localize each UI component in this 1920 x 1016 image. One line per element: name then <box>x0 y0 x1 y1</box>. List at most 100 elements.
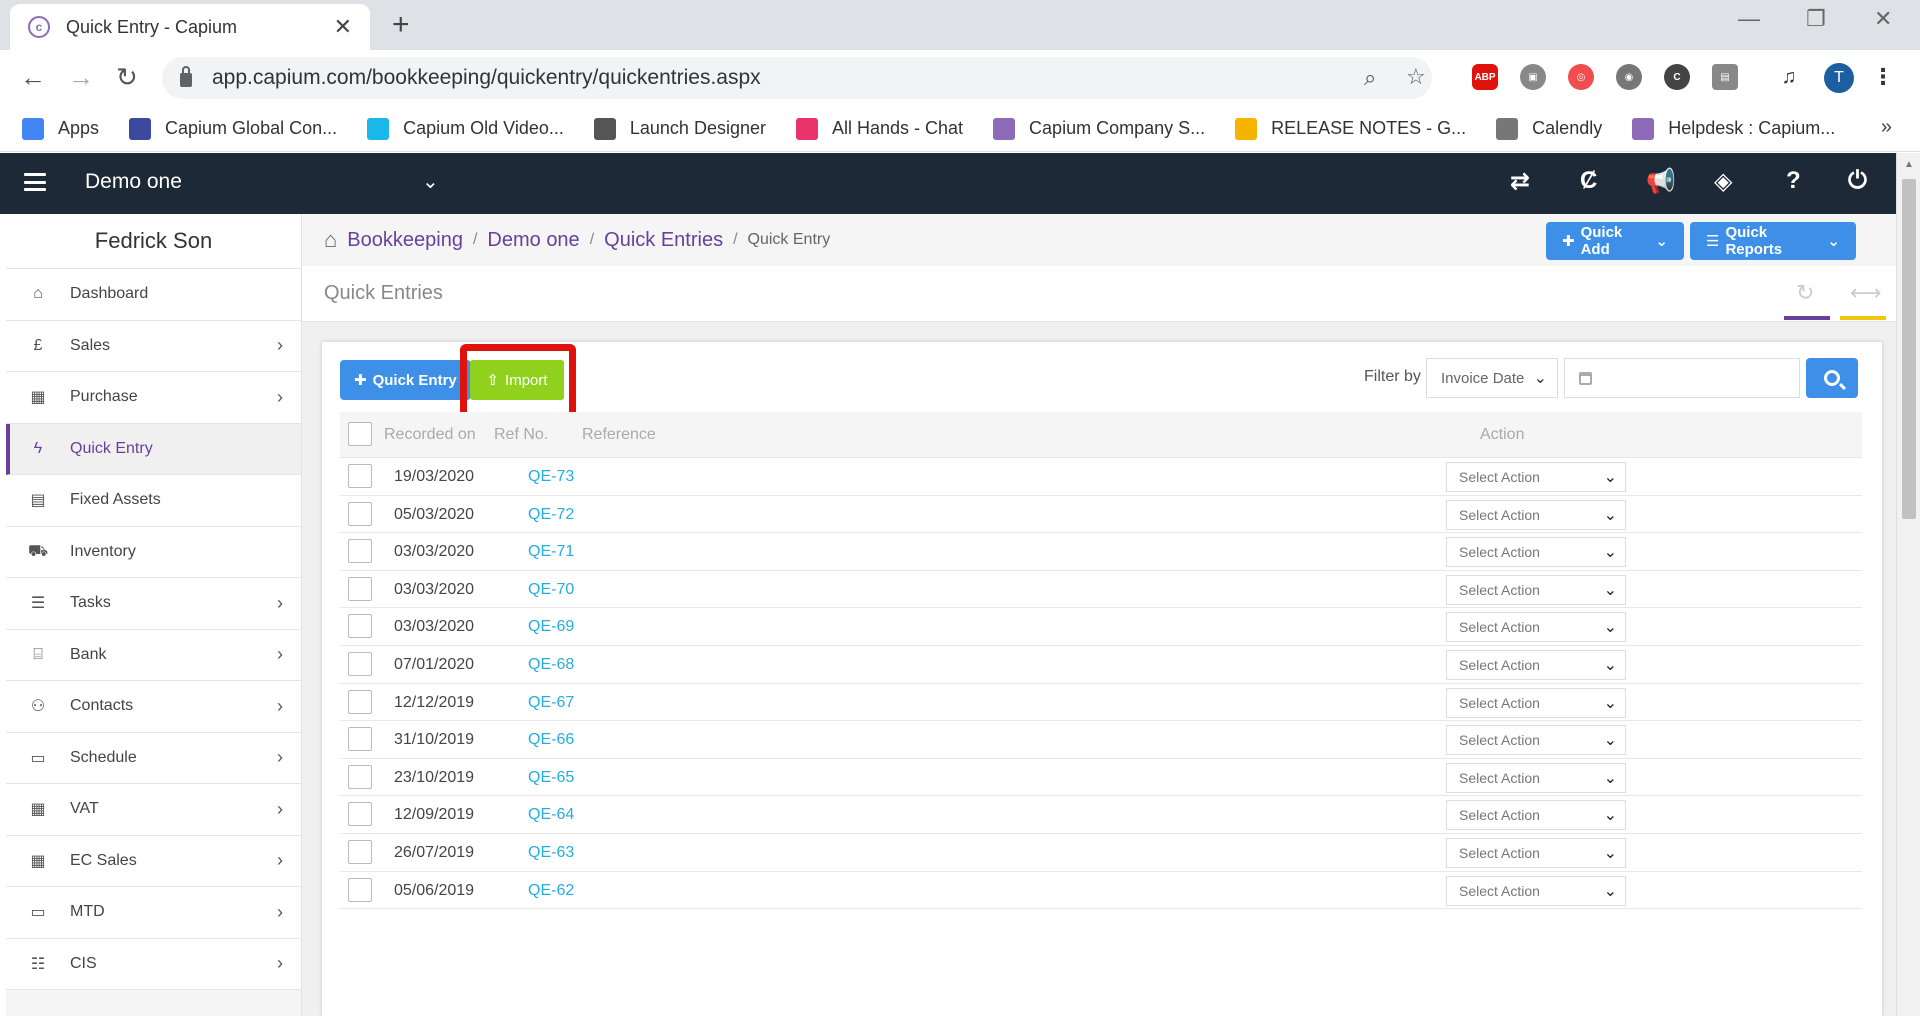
refresh-icon[interactable]: ↻ <box>1796 280 1814 306</box>
action-select[interactable]: Select Action ⌄ <box>1446 612 1626 643</box>
power-icon[interactable]: ⏻ <box>1848 167 1867 195</box>
action-select[interactable]: Select Action ⌄ <box>1446 462 1626 492</box>
row-checkbox[interactable] <box>348 727 372 752</box>
row-checkbox[interactable] <box>348 877 372 902</box>
row-checkbox[interactable] <box>348 576 372 601</box>
sidebar-item-bank[interactable]: ⌸ Bank › <box>6 629 301 681</box>
forward-icon[interactable]: → <box>68 62 94 93</box>
row-checkbox[interactable] <box>348 614 372 639</box>
sidebar-item-cis[interactable]: ☷ CIS › <box>6 938 301 990</box>
bookmark-item[interactable]: Apps <box>22 117 99 140</box>
ref-no-link[interactable]: QE-67 <box>528 694 574 712</box>
page-scrollbar[interactable]: ▲ <box>1896 153 1920 1016</box>
date-range-input[interactable] <box>1564 358 1800 398</box>
breadcrumb-bookkeeping[interactable]: Bookkeeping <box>347 229 463 252</box>
restore-icon[interactable]: ❐ <box>1806 6 1826 32</box>
scrollbar-thumb[interactable] <box>1902 179 1916 519</box>
sidebar-item-contacts[interactable]: ⚇ Contacts › <box>6 681 301 733</box>
select-all-checkbox[interactable] <box>348 422 372 446</box>
bookmark-item[interactable]: Launch Designer <box>593 117 766 140</box>
bookmark-item[interactable]: Calendly <box>1496 117 1602 140</box>
sidebar-item-fixed-assets[interactable]: ▤ Fixed Assets <box>6 475 301 527</box>
browser-menu-icon[interactable]: ⋮ <box>1870 64 1896 90</box>
sidebar-item-sales[interactable]: £ Sales › <box>6 320 301 372</box>
megaphone-icon[interactable]: 📢 <box>1646 167 1676 196</box>
action-select[interactable]: Select Action ⌄ <box>1446 838 1626 868</box>
row-checkbox[interactable] <box>348 501 372 526</box>
bookmark-item[interactable]: Capium Company S... <box>993 117 1205 140</box>
bookmark-item[interactable]: Helpdesk : Capium... <box>1632 117 1835 140</box>
action-select[interactable]: Select Action ⌄ <box>1446 875 1626 906</box>
sidebar-item-quick-entry[interactable]: ϟ Quick Entry <box>6 423 301 475</box>
sidebar-item-purchase[interactable]: ▦ Purchase › <box>6 372 301 424</box>
breadcrumb-quick-entries[interactable]: Quick Entries <box>604 229 723 252</box>
row-checkbox[interactable] <box>348 840 372 864</box>
sidebar-item-tasks[interactable]: ☰ Tasks › <box>6 578 301 630</box>
capium-logo-icon[interactable]: Ȼ <box>1580 167 1597 195</box>
ref-no-link[interactable]: QE-70 <box>528 581 574 599</box>
action-select[interactable]: Select Action ⌄ <box>1446 725 1626 756</box>
sidebar-item-dashboard[interactable]: ⌂ Dashboard <box>6 269 301 321</box>
hamburger-menu-icon[interactable] <box>24 173 46 191</box>
ref-no-link[interactable]: QE-64 <box>528 806 574 824</box>
column-reference[interactable]: Reference <box>582 426 656 444</box>
ref-no-link[interactable]: QE-65 <box>528 769 574 787</box>
ref-no-link[interactable]: QE-71 <box>528 543 574 561</box>
row-checkbox[interactable] <box>348 539 372 564</box>
action-select[interactable]: Select Action ⌄ <box>1446 650 1626 680</box>
minimize-icon[interactable]: — <box>1738 6 1760 32</box>
column-ref-no[interactable]: Ref No. <box>494 426 548 444</box>
sidebar-item-inventory[interactable]: ⛟ Inventory <box>6 526 301 578</box>
sidebar-item-schedule[interactable]: ▭ Schedule › <box>6 732 301 784</box>
ref-no-link[interactable]: QE-73 <box>528 468 574 486</box>
search-button[interactable] <box>1806 358 1858 398</box>
new-tab-icon[interactable]: + <box>392 8 410 42</box>
window-close-icon[interactable]: ✕ <box>1874 6 1892 32</box>
media-control-icon[interactable]: ♫ <box>1776 64 1802 90</box>
extension-icon[interactable]: ▤ <box>1712 64 1738 90</box>
filter-select[interactable]: Invoice Date ⌄ <box>1426 358 1558 398</box>
row-checkbox[interactable] <box>348 652 372 676</box>
company-name[interactable]: Demo one <box>85 170 182 194</box>
sidebar-item-ec-sales[interactable]: ▦ EC Sales › <box>6 835 301 887</box>
action-select[interactable]: Select Action ⌄ <box>1446 574 1626 605</box>
bookmarks-overflow-icon[interactable]: » <box>1881 116 1892 139</box>
quick-reports-button[interactable]: ☰ Quick Reports ⌄ <box>1690 222 1856 260</box>
sidebar-item-vat[interactable]: ▦ VAT › <box>6 784 301 836</box>
extension-icon[interactable]: ◎ <box>1568 64 1594 90</box>
row-checkbox[interactable] <box>348 464 372 488</box>
scroll-up-icon[interactable]: ▲ <box>1904 159 1914 170</box>
address-bar[interactable]: app.capium.com/bookkeeping/quickentry/qu… <box>162 57 1432 99</box>
action-select[interactable]: Select Action ⌄ <box>1446 537 1626 568</box>
switch-icon[interactable]: ⇄ <box>1510 167 1530 196</box>
home-icon[interactable]: ⌂ <box>324 227 337 253</box>
quick-add-button[interactable]: ✚ Quick Add ⌄ <box>1546 222 1684 260</box>
close-tab-icon[interactable]: ✕ <box>334 14 352 40</box>
bookmark-item[interactable]: Capium Old Video... <box>367 117 564 140</box>
action-select[interactable]: Select Action ⌄ <box>1446 499 1626 530</box>
extension-icon[interactable]: C <box>1664 64 1690 90</box>
ref-no-link[interactable]: QE-68 <box>528 656 574 674</box>
bookmark-star-icon[interactable]: ☆ <box>1406 64 1426 90</box>
ref-no-link[interactable]: QE-63 <box>528 844 574 862</box>
adblock-icon[interactable]: ABP <box>1472 64 1498 90</box>
ref-no-link[interactable]: QE-62 <box>528 882 574 900</box>
row-checkbox[interactable] <box>348 689 372 714</box>
browser-tab[interactable]: c Quick Entry - Capium ✕ <box>10 4 370 50</box>
back-icon[interactable]: ← <box>20 62 46 93</box>
action-select[interactable]: Select Action ⌄ <box>1446 687 1626 718</box>
action-select[interactable]: Select Action ⌄ <box>1446 762 1626 793</box>
quick-entry-button[interactable]: ✚ Quick Entry <box>340 360 471 400</box>
ticket-icon[interactable]: ◈ <box>1714 167 1732 196</box>
bookmark-item[interactable]: Capium Global Con... <box>129 117 337 140</box>
row-checkbox[interactable] <box>348 802 372 827</box>
profile-avatar[interactable]: T <box>1824 63 1854 93</box>
row-checkbox[interactable] <box>348 764 372 789</box>
reload-icon[interactable]: ↻ <box>116 62 138 93</box>
camera-icon[interactable]: ◉ <box>1616 64 1642 90</box>
zoom-icon[interactable]: ⌕ <box>1364 65 1376 91</box>
column-recorded-on[interactable]: Recorded on <box>384 426 476 444</box>
chevron-down-icon[interactable]: ⌄ <box>422 169 439 194</box>
action-select[interactable]: Select Action ⌄ <box>1446 800 1626 831</box>
bookmark-item[interactable]: All Hands - Chat <box>795 117 963 140</box>
